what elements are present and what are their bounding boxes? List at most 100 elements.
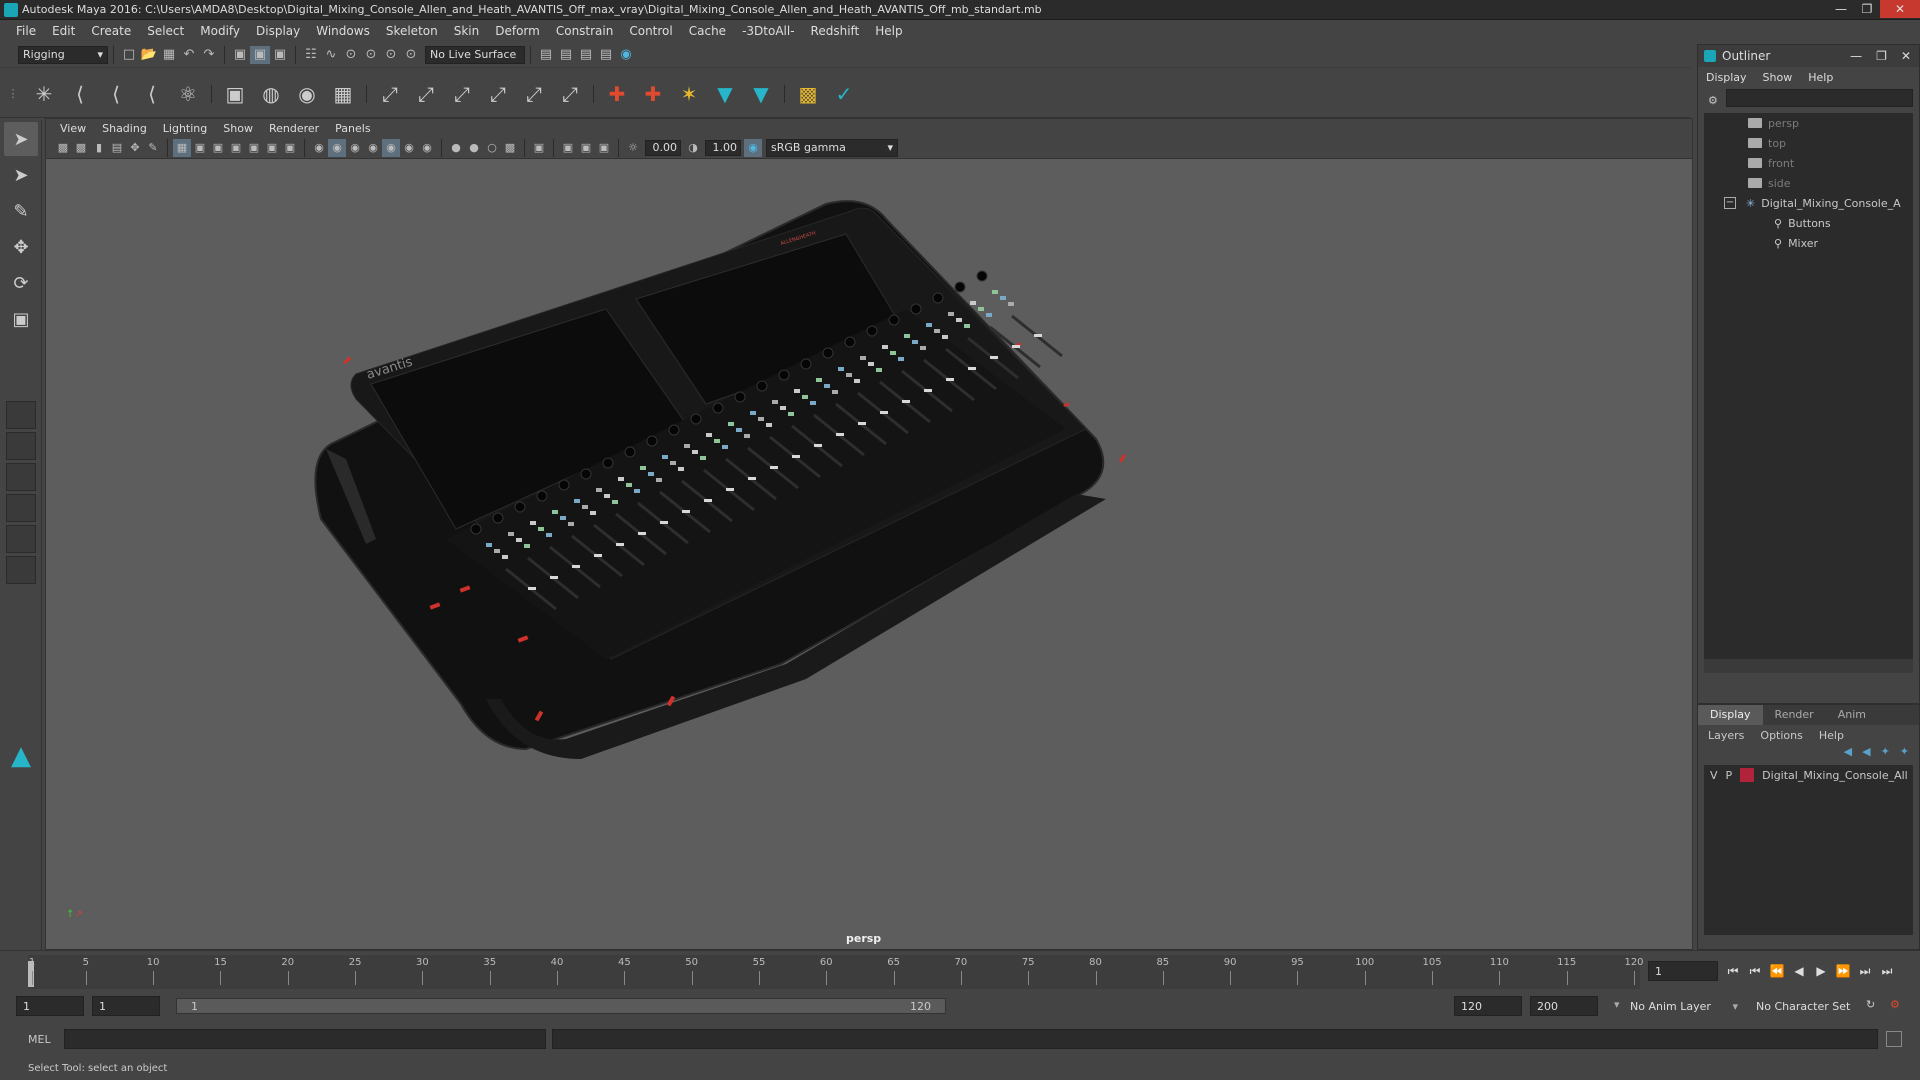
- exposure-icon[interactable]: ☼: [624, 139, 642, 157]
- animation-end-field[interactable]: 200: [1530, 996, 1598, 1016]
- panel-menu-renderer[interactable]: Renderer: [261, 122, 327, 135]
- auto-key-icon[interactable]: ↻: [1866, 998, 1875, 1011]
- lasso-tool-icon[interactable]: ➤: [4, 158, 38, 192]
- persp-uv-layout-button[interactable]: [6, 525, 36, 553]
- preferences-icon[interactable]: ⚙: [1890, 998, 1900, 1011]
- scale-tool-icon[interactable]: ▣: [4, 302, 38, 336]
- outliner-item-side[interactable]: side: [1704, 173, 1913, 193]
- pole-vector-icon[interactable]: ⤢: [554, 78, 586, 110]
- menu-edit[interactable]: Edit: [44, 24, 83, 38]
- anim-layer-dropdown[interactable]: No Anim Layer ▾: [1624, 996, 1744, 1016]
- backface-culling-icon[interactable]: ▣: [595, 139, 613, 157]
- depth-of-field-icon[interactable]: ○: [483, 139, 501, 157]
- menu-cache[interactable]: Cache: [681, 24, 734, 38]
- color-management-icon[interactable]: ◉: [744, 138, 762, 157]
- render-settings-icon[interactable]: ▤: [536, 46, 556, 64]
- menu-display[interactable]: Display: [248, 24, 308, 38]
- hik-control-icon[interactable]: ▼: [709, 78, 741, 110]
- current-frame-field[interactable]: 1: [1648, 961, 1718, 981]
- camera-attributes-icon[interactable]: ▩: [72, 139, 90, 157]
- camera-icon[interactable]: ▩: [54, 139, 72, 157]
- close-icon[interactable]: ✕: [1901, 49, 1911, 63]
- safe-action-icon[interactable]: ▣: [263, 139, 281, 157]
- step-back-key-icon[interactable]: ⏮: [1744, 961, 1766, 981]
- resolution-gate-icon[interactable]: ▣: [209, 139, 227, 157]
- panel-menu-view[interactable]: View: [52, 122, 94, 135]
- scale-constraint-icon[interactable]: ⤢: [482, 78, 514, 110]
- bookmark-icon[interactable]: ▮: [90, 139, 108, 157]
- move-layer-up-icon[interactable]: ◀: [1844, 745, 1852, 765]
- shadows-icon[interactable]: ◉: [400, 139, 418, 157]
- anti-aliasing-icon[interactable]: ●: [465, 139, 483, 157]
- playback-end-field[interactable]: 120: [1454, 996, 1522, 1016]
- bind-skin-icon[interactable]: ▣: [219, 78, 251, 110]
- shelf-menu-icon[interactable]: ⋮: [0, 87, 26, 100]
- play-backward-icon[interactable]: ◀: [1788, 961, 1810, 981]
- move-tool-icon[interactable]: ✥: [4, 230, 38, 264]
- screen-space-ao-icon[interactable]: ◉: [418, 139, 436, 157]
- film-gate-icon[interactable]: ▣: [191, 139, 209, 157]
- outliner-menu-display[interactable]: Display: [1706, 71, 1747, 84]
- view-transform-dropdown[interactable]: sRGB gamma ▾: [766, 138, 898, 157]
- outliner-item-top[interactable]: top: [1704, 133, 1913, 153]
- layer-visibility-toggle[interactable]: V: [1710, 769, 1718, 782]
- menu-constrain[interactable]: Constrain: [548, 24, 622, 38]
- ik-spline-icon[interactable]: ⟨: [100, 78, 132, 110]
- go-to-end-icon[interactable]: ⏭: [1876, 961, 1898, 981]
- hik-retarget-icon[interactable]: ▼: [745, 78, 777, 110]
- menu-deform[interactable]: Deform: [487, 24, 548, 38]
- restore-icon[interactable]: ❐: [1876, 49, 1887, 63]
- layer-playback-toggle[interactable]: P: [1726, 769, 1733, 782]
- play-forward-icon[interactable]: ▶: [1810, 961, 1832, 981]
- minimize-button[interactable]: —: [1828, 0, 1854, 18]
- restore-button[interactable]: ❐: [1854, 0, 1880, 18]
- motion-blur-icon[interactable]: ●: [447, 139, 465, 157]
- textured-icon[interactable]: ◉: [364, 139, 382, 157]
- point-constraint-icon[interactable]: ⤢: [410, 78, 442, 110]
- hik-skeleton-icon[interactable]: ✚: [637, 78, 669, 110]
- hypershade-icon[interactable]: ◉: [616, 46, 636, 64]
- menu-file[interactable]: File: [8, 24, 44, 38]
- xray-active-icon[interactable]: ▣: [577, 139, 595, 157]
- orient-constraint-icon[interactable]: ⤢: [446, 78, 478, 110]
- locator-icon[interactable]: ✚: [601, 78, 633, 110]
- smooth-shade-icon[interactable]: ◉: [328, 138, 346, 157]
- menu-redshift[interactable]: Redshift: [803, 24, 868, 38]
- gamma-field[interactable]: 1.00: [705, 139, 741, 156]
- live-surface-field[interactable]: No Live Surface: [425, 45, 525, 64]
- layer-row[interactable]: V P Digital_Mixing_Console_All: [1704, 765, 1913, 785]
- wrap-deformer-icon[interactable]: ✓: [828, 78, 860, 110]
- layer-menu-layers[interactable]: Layers: [1708, 729, 1744, 742]
- animation-start-field[interactable]: 1: [16, 996, 84, 1016]
- outliner-horizontal-scrollbar[interactable]: [1704, 659, 1913, 673]
- snap-view-icon[interactable]: ⊙: [361, 46, 381, 64]
- character-set-dropdown[interactable]: No Character Set: [1750, 996, 1868, 1016]
- menu-create[interactable]: Create: [83, 24, 139, 38]
- layer-menu-help[interactable]: Help: [1819, 729, 1844, 742]
- hik-character-icon[interactable]: ✶: [673, 78, 705, 110]
- select-component-icon[interactable]: ▣: [270, 46, 290, 64]
- minimize-icon[interactable]: —: [1850, 49, 1862, 63]
- script-editor-icon[interactable]: [1886, 1031, 1902, 1047]
- panel-menu-show[interactable]: Show: [215, 122, 261, 135]
- open-scene-icon[interactable]: 📂: [139, 46, 159, 64]
- step-forward-frame-icon[interactable]: ⏩: [1832, 961, 1854, 981]
- safe-title-icon[interactable]: ▣: [281, 139, 299, 157]
- image-plane-icon[interactable]: ▤: [108, 139, 126, 157]
- outliner-item-buttons[interactable]: ⚲ Buttons: [1704, 213, 1913, 233]
- layer-menu-options[interactable]: Options: [1760, 729, 1802, 742]
- xray-joints-icon[interactable]: ▣: [559, 139, 577, 157]
- step-forward-key-icon[interactable]: ⏭: [1854, 961, 1876, 981]
- playback-start-field[interactable]: 1: [92, 996, 160, 1016]
- field-chart-icon[interactable]: ▣: [245, 139, 263, 157]
- parent-constraint-icon[interactable]: ⤢: [374, 78, 406, 110]
- 2d-pan-zoom-icon[interactable]: ✥: [126, 139, 144, 157]
- outliner-menu-show[interactable]: Show: [1763, 71, 1793, 84]
- menu-control[interactable]: Control: [621, 24, 680, 38]
- persp-hypershade-layout-button[interactable]: [6, 556, 36, 584]
- wireframe-on-shaded-icon[interactable]: ◉: [346, 139, 364, 157]
- undo-icon[interactable]: ↶: [179, 46, 199, 64]
- collapse-icon[interactable]: −: [1724, 197, 1736, 209]
- menu-skin[interactable]: Skin: [446, 24, 488, 38]
- time-slider[interactable]: 1 5 10 15 20 25 30 35 40 45 50 55 60 65 70 75 80 85 90 95 10…: [0, 950, 1920, 992]
